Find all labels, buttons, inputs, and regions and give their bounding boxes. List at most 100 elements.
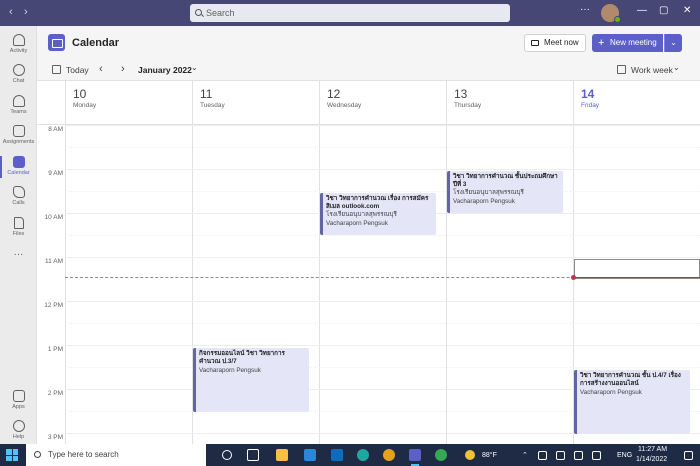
app-rail: Activity Chat Teams Assignments Calendar… bbox=[0, 26, 37, 444]
edge-icon[interactable] bbox=[357, 449, 369, 461]
weather-temperature[interactable]: 88°F bbox=[482, 452, 497, 459]
day-header-tuesday[interactable]: 11 Tuesday bbox=[192, 81, 319, 124]
chevron-up-icon[interactable]: ⌃ bbox=[522, 451, 528, 459]
current-time-dot bbox=[571, 275, 576, 280]
file-icon bbox=[13, 217, 24, 229]
event-title: วิชา วิทยาการคำนวณ ชั้นประถมศึกษาปีที่ 3 bbox=[453, 173, 558, 188]
calendar-event[interactable]: วิชา วิทยาการคำนวณ ชั้นประถมศึกษาปีที่ 3… bbox=[447, 171, 563, 213]
event-title: วิชา วิทยาการคำนวณ เรื่อง การสมัคร สิเมล… bbox=[326, 195, 429, 210]
rail-more-button[interactable]: ··· bbox=[0, 248, 37, 278]
store-icon[interactable] bbox=[304, 449, 316, 461]
rail-item-files[interactable]: Files bbox=[0, 213, 37, 243]
event-title: กิจกรรมออนไลน์ วิชา วิทยาการคำนวณ ป.3/7 bbox=[199, 350, 285, 365]
day-name: Friday bbox=[581, 102, 600, 109]
hour-line bbox=[65, 301, 700, 302]
cortana-icon[interactable] bbox=[222, 450, 232, 460]
meet-now-button[interactable]: Meet now bbox=[524, 34, 586, 52]
current-time-line bbox=[574, 277, 700, 278]
title-bar: ‹ › Search ··· — ▢ ✕ bbox=[0, 0, 700, 26]
month-selector[interactable]: January 2022 bbox=[138, 65, 192, 75]
half-hour-line bbox=[65, 367, 700, 368]
rail-label: Help bbox=[12, 434, 25, 440]
video-camera-icon bbox=[531, 40, 539, 46]
taskbar-search-input[interactable]: Type here to search bbox=[26, 444, 206, 466]
event-organizer: Vacharaporn Pengsuk bbox=[580, 389, 642, 396]
rail-item-chat[interactable]: Chat bbox=[0, 60, 37, 90]
maximize-button[interactable]: ▢ bbox=[659, 5, 668, 16]
time-label: 12 PM bbox=[44, 302, 63, 309]
calendar-event[interactable]: วิชา วิทยาการคำนวณ เรื่อง การสมัคร สิเมล… bbox=[320, 193, 436, 235]
clock-date[interactable]: 1/14/2022 bbox=[636, 456, 667, 463]
onedrive-icon[interactable] bbox=[574, 451, 583, 460]
day-number: 13 bbox=[454, 87, 468, 101]
forward-button[interactable]: › bbox=[24, 6, 28, 18]
rail-item-activity[interactable]: Activity bbox=[0, 30, 37, 60]
chevron-down-icon: ⌄ bbox=[670, 38, 677, 47]
previous-week-button[interactable]: ‹ bbox=[99, 63, 103, 75]
time-label: 8 AM bbox=[48, 126, 63, 133]
people-icon[interactable] bbox=[538, 451, 547, 460]
day-number: 12 bbox=[327, 87, 341, 101]
day-header-friday[interactable]: 14 Friday bbox=[573, 81, 700, 124]
chrome-icon[interactable] bbox=[383, 449, 395, 461]
teams-icon[interactable] bbox=[409, 449, 421, 466]
more-options-button[interactable]: ··· bbox=[580, 4, 590, 15]
view-selector[interactable]: Work week bbox=[631, 65, 673, 75]
clock-time[interactable]: 11:27 AM bbox=[638, 446, 667, 453]
chevron-down-icon: ⌄ bbox=[673, 63, 680, 72]
calendar-event[interactable]: วิชา วิทยาการคำนวณ ชั้น ป.4/7 เรื่อง การ… bbox=[574, 370, 690, 434]
taskbar-search-placeholder: Type here to search bbox=[48, 450, 119, 459]
mail-icon[interactable] bbox=[331, 449, 343, 461]
selected-time-slot[interactable] bbox=[574, 259, 700, 279]
rail-item-teams[interactable]: Teams bbox=[0, 91, 37, 121]
rail-label: Assignments bbox=[2, 139, 35, 145]
half-hour-line bbox=[65, 191, 700, 192]
day-number: 14 bbox=[581, 87, 595, 101]
rail-item-calendar[interactable]: Calendar bbox=[0, 152, 37, 182]
chevron-down-icon: ⌄ bbox=[191, 63, 198, 72]
day-header-wednesday[interactable]: 12 Wednesday bbox=[319, 81, 446, 124]
help-icon bbox=[12, 420, 25, 432]
weather-icon[interactable] bbox=[465, 450, 475, 460]
new-meeting-button[interactable]: + New meeting bbox=[592, 34, 663, 52]
browser-icon[interactable] bbox=[435, 449, 447, 461]
search-icon bbox=[195, 9, 202, 16]
next-week-button[interactable]: › bbox=[121, 63, 125, 75]
rail-item-apps[interactable]: Apps bbox=[0, 386, 37, 416]
search-icon bbox=[34, 451, 41, 458]
day-header-monday[interactable]: 10 Monday bbox=[65, 81, 192, 124]
hour-line bbox=[65, 345, 700, 346]
day-column-wednesday[interactable] bbox=[319, 125, 446, 444]
half-hour-line bbox=[65, 235, 700, 236]
notification-icon[interactable] bbox=[684, 451, 693, 460]
new-meeting-dropdown[interactable]: ⌄ bbox=[664, 34, 682, 52]
speaker-icon[interactable] bbox=[592, 451, 601, 460]
minimize-button[interactable]: — bbox=[637, 5, 647, 16]
hour-line bbox=[65, 257, 700, 258]
rail-label: Chat bbox=[12, 78, 25, 84]
network-icon[interactable] bbox=[556, 451, 565, 460]
rail-label: Calls bbox=[12, 200, 25, 206]
event-location: โรงเรียนอนุบาลสุพรรณบุรี bbox=[326, 211, 397, 218]
rail-item-assignments[interactable]: Assignments bbox=[0, 121, 37, 151]
day-column-monday[interactable] bbox=[65, 125, 192, 444]
rail-item-calls[interactable]: Calls bbox=[0, 182, 37, 212]
half-hour-line bbox=[65, 147, 700, 148]
search-input[interactable]: Search bbox=[190, 4, 510, 22]
plus-icon: + bbox=[598, 37, 605, 49]
windows-start-icon[interactable] bbox=[6, 449, 18, 461]
file-explorer-icon[interactable] bbox=[276, 449, 288, 461]
today-button[interactable]: Today bbox=[66, 65, 89, 75]
rail-label: Teams bbox=[10, 109, 27, 115]
day-header-thursday[interactable]: 13 Thursday bbox=[446, 81, 573, 124]
rail-item-help[interactable]: Help bbox=[0, 416, 37, 446]
calendar-event[interactable]: กิจกรรมออนไลน์ วิชา วิทยาการคำนวณ ป.3/7 … bbox=[193, 348, 309, 412]
back-button[interactable]: ‹ bbox=[9, 6, 13, 18]
close-button[interactable]: ✕ bbox=[683, 5, 691, 16]
task-view-icon[interactable] bbox=[247, 449, 259, 461]
assignments-icon bbox=[12, 125, 25, 137]
time-label: 1 PM bbox=[47, 346, 63, 353]
language-indicator[interactable]: ENG bbox=[617, 452, 632, 459]
calendar-grid: 10 Monday 11 Tuesday 12 Wednesday 13 Thu… bbox=[37, 81, 700, 444]
half-hour-line bbox=[65, 323, 700, 324]
